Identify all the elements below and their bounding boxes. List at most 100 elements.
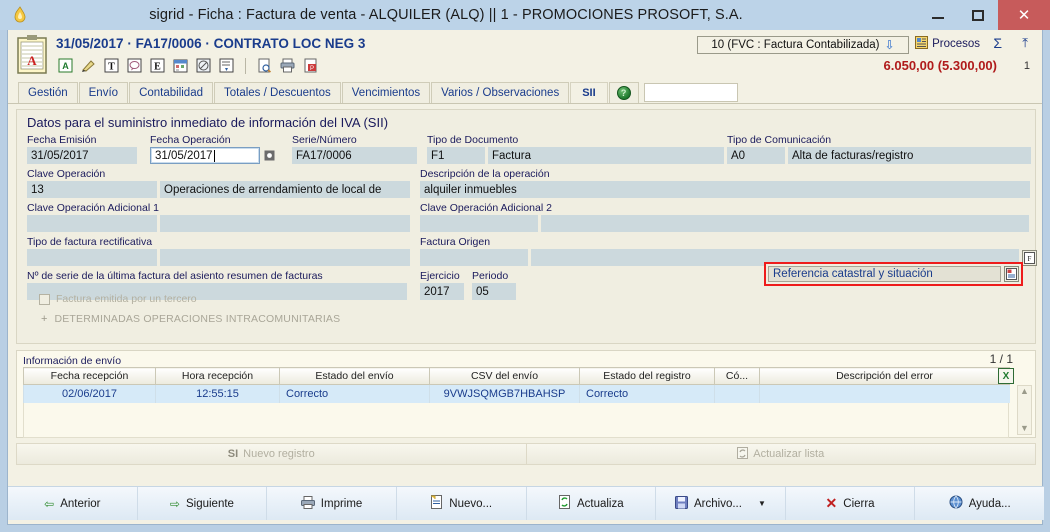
tab-contabilidad[interactable]: Contabilidad [129,82,213,103]
maximize-button[interactable] [958,0,998,30]
col-fecha-recepcion[interactable]: Fecha recepción [23,367,156,385]
anterior-button[interactable]: ⇦ Anterior [8,487,138,520]
clave-adicional-2-value-input[interactable] [541,215,1029,232]
tab-search-input[interactable] [643,83,738,102]
tab-envio[interactable]: Envío [78,82,129,103]
factura-origen-code-input[interactable] [420,249,528,266]
ayuda-button[interactable]: Ayuda... [915,487,1044,520]
document-lookup-icon[interactable] [1004,266,1019,282]
action-bar: SI Nuevo registro Actualizar lista [16,443,1036,465]
field-ejercicio: Ejercicio 2017 [420,270,464,300]
tag-icon[interactable] [194,56,213,75]
comment-icon[interactable] [125,56,144,75]
clave-operacion-code-input[interactable]: 13 [27,181,157,198]
calendar-picker-icon[interactable] [263,149,276,162]
field-fecha-emision: Fecha Emisión 31/05/2017 [27,134,137,164]
fecha-emision-input[interactable]: 31/05/2017 [27,147,137,164]
imprime-label: Imprime [320,497,363,510]
siguiente-button[interactable]: ⇨ Siguiente [137,487,268,520]
field-clave-operacion: Clave Operación 13 Operaciones de arrend… [27,168,410,198]
descripcion-operacion-input[interactable]: alquiler inmuebles [420,181,1030,198]
procesos-button[interactable]: Procesos [915,36,980,52]
tipo-rectificativa-value-input[interactable] [160,249,410,266]
tab-varios-observaciones[interactable]: Varios / Observaciones [431,82,570,103]
ejercicio-label: Ejercicio [420,270,460,282]
pencil-icon[interactable] [79,56,98,75]
clave-operacion-value-input[interactable]: Operaciones de arrendamiento de local de [160,181,410,198]
amount-total: 6.050,00 (5.300,00) [883,58,997,73]
col-csv-envio[interactable]: CSV del envío [429,367,580,385]
calendar-icon[interactable] [171,56,190,75]
clave-adicional-1-code-input[interactable] [27,215,157,232]
minimize-button[interactable] [918,0,958,30]
col-estado-registro[interactable]: Estado del registro [579,367,715,385]
note-icon[interactable] [217,56,236,75]
serie-numero-input[interactable]: FA17/0006 [292,147,417,164]
actualizar-lista-label: Actualizar lista [753,448,825,460]
cell-descripcion-error [759,384,1010,403]
tab-bar: Gestión Envío Contabilidad Totales / Des… [8,82,1042,104]
factura-tercero-checkbox-row[interactable]: Factura emitida por un tercero [39,293,197,305]
table-row[interactable]: 02/06/2017 12:55:15 Correcto 9VWJSQMGB7H… [23,384,1010,403]
actualizar-lista-button[interactable]: Actualizar lista [526,444,1035,464]
pin-icon[interactable]: ⤒ [1022,35,1028,51]
tipo-documento-value-input[interactable]: Factura [488,147,724,164]
informacion-envio-section: Información de envío 1 / 1 Fecha recepci… [16,350,1036,438]
pdf-icon[interactable]: P [301,56,320,75]
nuevo-button[interactable]: Nuevo... [396,487,527,520]
col-descripcion-error[interactable]: Descripción del error [759,367,1010,385]
cierra-button[interactable]: ✕ Cierra [785,487,916,520]
excel-export-icon[interactable]: X [998,368,1014,384]
clave-adicional-2-code-input[interactable] [420,215,538,232]
chevron-up-icon[interactable]: ▲ [1020,386,1029,397]
clipboard-icon: A [16,35,48,75]
tipo-rectificativa-code-input[interactable] [27,249,157,266]
actualiza-button[interactable]: Actualiza [526,487,657,520]
col-hora-recepcion[interactable]: Hora recepción [155,367,280,385]
euro-e-icon[interactable]: E [148,56,167,75]
referencia-catastral-button[interactable]: Referencia catastral y situación [768,266,1001,282]
table-scrollbar[interactable]: ▲ ▼ [1017,385,1032,435]
col-codigo[interactable]: Có... [714,367,760,385]
invoice-lookup-icon[interactable]: F [1022,249,1037,266]
preview-icon[interactable] [255,56,274,75]
archivo-label: Archivo... [694,497,742,510]
accent-a-icon[interactable]: A [56,56,75,75]
tab-vencimientos[interactable]: Vencimientos [341,82,431,103]
tab-gestion[interactable]: Gestión [18,82,78,103]
periodo-input[interactable]: 05 [472,283,516,300]
clave-adicional-1-value-input[interactable] [160,215,410,232]
intracomunitarias-expander[interactable]: + DETERMINADAS OPERACIONES INTRACOMUNITA… [41,313,340,325]
anterior-label: Anterior [60,497,101,510]
title-bar: sigrid - Ficha : Factura de venta - ALQU… [0,0,1050,30]
tab-totales-descuentos[interactable]: Totales / Descuentos [214,82,341,103]
archivo-button[interactable]: Archivo... ▼ [656,487,786,520]
envio-header: Información de envío 1 / 1 [17,351,1035,367]
factura-tercero-checkbox[interactable] [39,293,50,305]
tipo-comunicacion-code-input[interactable]: A0 [727,147,785,164]
record-toolbar: A T E P [56,56,320,75]
field-periodo: Periodo 05 [472,270,516,300]
nuevo-registro-button[interactable]: SI Nuevo registro [17,444,527,464]
chevron-down-icon[interactable]: ▼ [1020,423,1029,434]
tipo-comunicacion-value-input[interactable]: Alta de facturas/registro [788,147,1031,164]
print-icon[interactable] [278,56,297,75]
bottom-toolbar: ⇦ Anterior ⇨ Siguiente Imprime Nuevo... [8,486,1044,520]
toolbar-separator [245,57,246,74]
col-estado-envio[interactable]: Estado del envío [279,367,430,385]
nserie-label: Nº de serie de la última factura del asi… [27,270,323,282]
text-tool-icon[interactable]: T [102,56,121,75]
fecha-operacion-input[interactable]: 31/05/2017 [150,147,260,164]
tab-sii[interactable]: SII [570,82,608,103]
tab-help[interactable]: ? [608,82,639,103]
imprime-button[interactable]: Imprime [267,487,397,520]
svg-text:F: F [1028,255,1032,263]
sigma-icon[interactable]: Σ [993,35,1002,51]
close-button[interactable]: ✕ [998,0,1050,30]
record-header: A 31/05/2017 · FA17/0006 · CONTRATO LOC … [8,30,1042,82]
tipo-documento-code-input[interactable]: F1 [427,147,485,164]
tipo-documento-label: Tipo de Documento [427,134,519,146]
chevron-down-icon[interactable]: ▼ [758,499,766,508]
status-dropdown[interactable]: 10 (FVC : Factura Contabilizada) ⇩ [697,36,909,54]
ejercicio-input[interactable]: 2017 [420,283,464,300]
